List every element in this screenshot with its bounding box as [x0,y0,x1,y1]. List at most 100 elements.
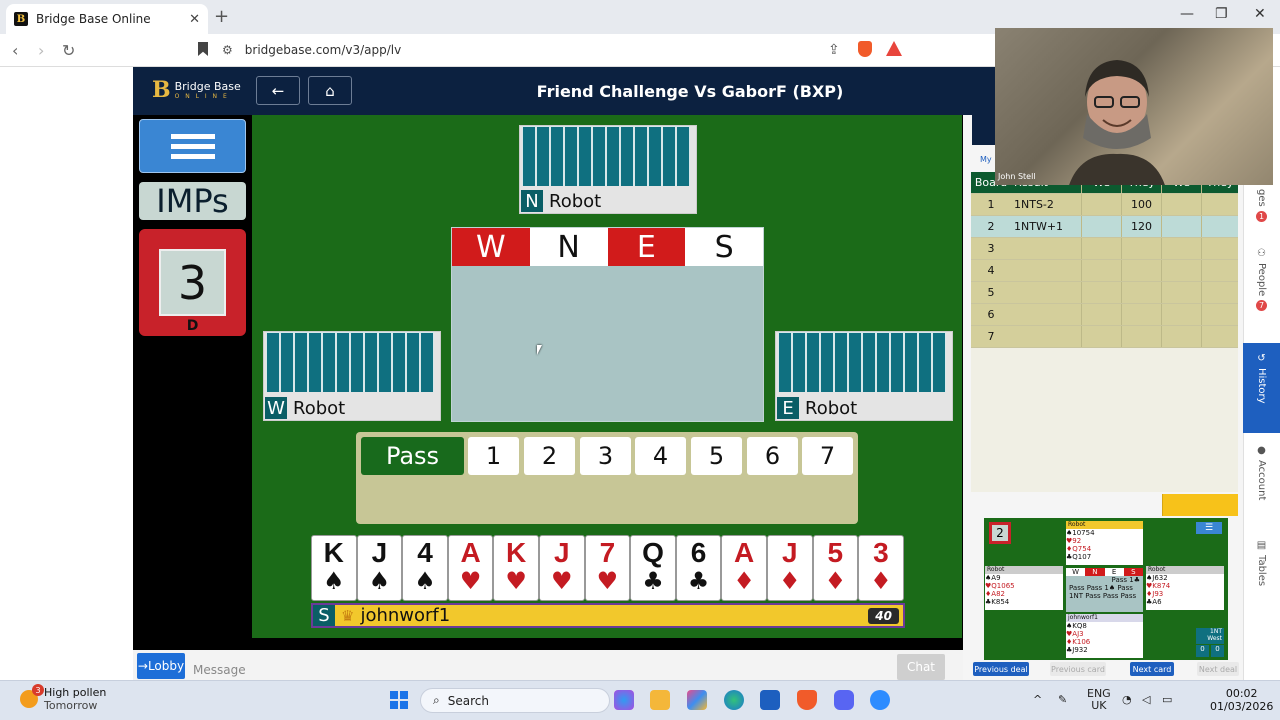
card-rank: 4 [417,537,433,568]
row-they [1121,260,1161,281]
forward-icon[interactable]: › [38,41,44,60]
chat-send-button[interactable]: Chat [897,654,945,680]
level-7-button[interactable]: 7 [802,437,853,475]
row-they-2 [1201,216,1238,237]
wifi-icon[interactable]: ◔ [1122,693,1132,706]
level-3-button[interactable]: 3 [580,437,631,475]
playing-card[interactable]: K ♥ [493,535,539,601]
weather-widget[interactable]: 3 High pollen Tomorrow [20,684,106,712]
edge-icon[interactable] [724,690,744,710]
home-button[interactable]: ⌂ [308,76,352,105]
playing-card[interactable]: Q ♣ [630,535,676,601]
card-suit-icon: ♣ [642,567,664,595]
back-button[interactable]: ← [256,76,300,105]
table-row[interactable]: 4 [971,260,1238,282]
level-2-button[interactable]: 2 [524,437,575,475]
east-hand: E Robot [775,331,953,421]
taskbar-search[interactable]: ⌕ Search [420,688,610,713]
nav-account[interactable]: ● Account [1243,445,1280,525]
back-icon[interactable]: ‹ [12,41,18,60]
playing-card[interactable]: 6 ♣ [675,535,722,601]
logo-text: Bridge Base [174,80,241,93]
next-deal-button[interactable]: Next deal [1197,662,1239,676]
playing-card[interactable]: J ♦ [766,535,813,601]
previous-card-button[interactable]: Previous card [1050,662,1106,676]
language-indicator[interactable]: ENG UK [1087,688,1111,712]
tab-my[interactable]: My [980,155,992,164]
pen-icon[interactable]: ✎ [1058,693,1067,706]
mini-menu-icon[interactable]: ☰ [1196,522,1222,534]
level-5-button[interactable]: 5 [691,437,742,475]
card-rank: 3 [873,537,889,568]
new-tab-icon[interactable]: + [214,6,229,27]
brave-rewards-icon[interactable] [886,41,902,56]
next-card-button[interactable]: Next card [1130,662,1174,676]
dealer-marker: D [186,318,199,334]
menu-button[interactable] [139,119,246,173]
url-field[interactable]: ⚙ bridgebase.com/v3/app/lv [222,39,854,61]
maximize-icon[interactable]: ❐ [1215,6,1228,22]
discord-icon[interactable] [834,690,854,710]
copilot-icon[interactable] [614,690,634,710]
volume-icon[interactable]: ◁ [1142,693,1150,706]
zoom-icon[interactable] [870,690,890,710]
table-row[interactable]: 1 1NTS-2 100 [971,194,1238,216]
previous-deal-button[interactable]: Previous deal [973,662,1029,676]
playing-card[interactable]: 3 ♦ [858,535,904,601]
playing-card[interactable]: K ♠ [311,535,357,601]
level-1-button[interactable]: 1 [468,437,519,475]
table-row[interactable]: 3 [971,238,1238,260]
mini-contract: 1NT West [1196,628,1224,644]
close-window-icon[interactable]: ✕ [1254,6,1266,22]
table-row[interactable]: 7 [971,326,1238,348]
message-input[interactable]: Message [193,663,246,677]
card-suit-icon: ♣ [687,567,710,595]
card-suit-icon: ♥ [505,567,527,595]
file-explorer-icon[interactable] [650,690,670,710]
playing-card[interactable]: 4 ♠ [402,535,448,601]
battery-icon[interactable]: ▭ [1162,693,1172,706]
card-suit-icon: ♥ [596,567,619,595]
logo-subtext: O N L I N E [174,93,229,100]
lobby-button[interactable]: →Lobby [137,653,185,679]
tray-chevron-icon[interactable]: ^ [1033,693,1042,706]
row-we [1081,260,1121,281]
row-we-2 [1161,282,1201,303]
nav-tables[interactable]: ▤ Tables [1243,540,1280,610]
table-row[interactable]: 6 [971,304,1238,326]
row-we [1081,304,1121,325]
minimize-icon[interactable]: — [1180,6,1194,22]
brave-icon[interactable] [797,690,817,710]
start-button[interactable] [390,691,408,709]
site-info-icon[interactable]: ⚙ [222,43,233,57]
clock[interactable]: 00:02 01/03/2026 [1210,687,1273,713]
playing-card[interactable]: 5 ♦ [812,535,859,601]
playing-card[interactable]: A ♦ [721,535,767,601]
close-tab-icon[interactable]: ✕ [189,12,200,27]
row-they: 120 [1121,216,1161,237]
nav-people[interactable]: ⚇ People 7 [1243,248,1280,333]
table-title: Friend Challenge Vs GaborF (BXP) [536,82,844,101]
table-row[interactable]: 2 1NTW+1 120 [971,216,1238,238]
playing-card[interactable]: 7 ♥ [584,535,631,601]
card-suit-icon: ♥ [459,567,482,595]
playing-card[interactable]: A ♥ [447,535,494,601]
brave-shield-icon[interactable] [858,41,872,57]
share-icon[interactable]: ⇪ [828,42,840,58]
mini-east-line: ♥K874 [1146,582,1171,590]
row-we [1081,282,1121,303]
store-icon[interactable] [760,690,780,710]
level-4-button[interactable]: 4 [635,437,686,475]
playing-card[interactable]: J ♠ [356,535,403,601]
nav-history[interactable]: ↺ History [1243,343,1280,433]
playing-card[interactable]: J ♥ [538,535,585,601]
row-result: 1NTW+1 [1014,220,1064,233]
east-seat: E Robot [777,397,857,419]
browser-tab[interactable]: B Bridge Base Online ✕ [6,4,208,34]
level-6-button[interactable]: 6 [747,437,798,475]
copilot-app-icon[interactable] [687,690,707,710]
nav-messages[interactable]: ges 1 [1243,185,1280,230]
pass-button[interactable]: Pass [361,437,464,475]
reload-icon[interactable]: ↻ [62,41,75,60]
table-row[interactable]: 5 [971,282,1238,304]
